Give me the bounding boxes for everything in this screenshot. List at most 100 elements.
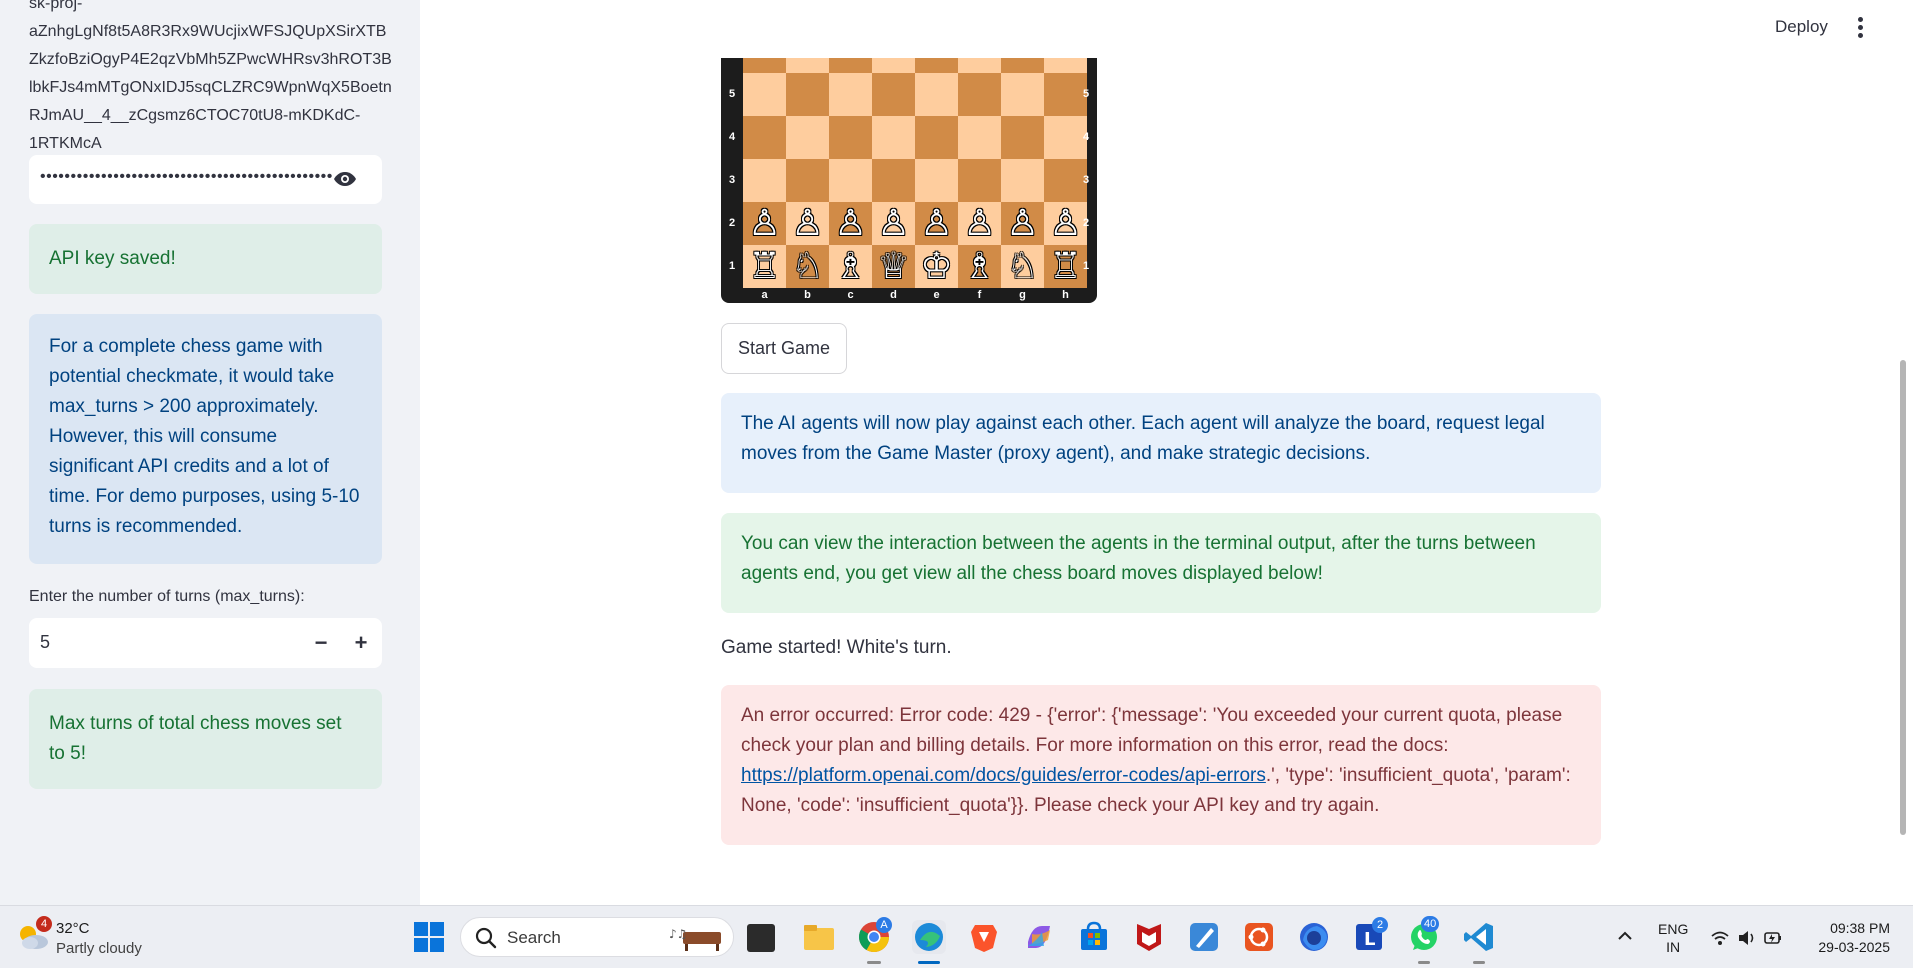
api-key-saved-alert: API key saved! [29, 224, 382, 294]
board-square-g5 [1001, 73, 1044, 116]
agents-info-alert: The AI agents will now play against each… [721, 393, 1601, 493]
chess-board: ♙ ♙ ♙ ♙ ♙ ♙ ♙ ♙ ♖ ♘ ♗ ♕ ♔ ♗ ♘ ♖ 5 5 4 4 3 3 2 2 1 1 a b c d e f g h [721, 58, 1097, 303]
rank-label: 3 [728, 174, 736, 186]
weather-notification-badge: 4 [36, 916, 52, 932]
game-status-text: Game started! White's turn. [721, 637, 952, 658]
windows-start-icon[interactable] [414, 922, 444, 952]
white-piece-f2: ♙ [963, 203, 996, 244]
board-square [1001, 58, 1044, 73]
board-square-d4 [872, 116, 915, 159]
edge-icon[interactable] [912, 920, 946, 954]
token-line: ZkzfoBziOgyP4E2qzVbMh5ZPwcWHRsv3hROT3B [29, 51, 392, 68]
language-indicator[interactable]: ENG IN [1658, 920, 1688, 956]
system-clock[interactable]: 09:38 PM 29-03-2025 [1810, 919, 1890, 957]
taskbar-search-box[interactable]: Search ♪♫ [460, 917, 734, 957]
weather-description: Partly cloudy [56, 940, 142, 957]
language-code: ENG [1658, 921, 1689, 937]
pen-app-icon[interactable] [1187, 920, 1221, 954]
board-square-e5 [915, 73, 958, 116]
brave-icon[interactable] [967, 920, 1001, 954]
board-square [872, 58, 915, 73]
max-turns-set-alert: Max turns of total chess moves set to 5! [29, 689, 382, 789]
volume-icon[interactable] [1737, 928, 1757, 948]
file-label: e [933, 289, 940, 301]
white-piece-c2: ♙ [834, 203, 867, 244]
rank-label: 5 [1082, 88, 1090, 100]
error-docs-link[interactable]: https://platform.openai.com/docs/guides/… [741, 765, 1266, 786]
chess-board-grid: ♙ ♙ ♙ ♙ ♙ ♙ ♙ ♙ ♖ ♘ ♗ ♕ ♔ ♗ ♘ ♖ [743, 58, 1087, 288]
eye-icon[interactable] [333, 169, 357, 189]
main-menu-icon[interactable] [1855, 17, 1865, 39]
board-square-e4 [915, 116, 958, 159]
file-explorer-icon[interactable] [802, 920, 836, 954]
main-scrollbar[interactable] [1900, 360, 1906, 835]
board-square [829, 58, 872, 73]
white-piece-d1: ♕ [877, 246, 910, 287]
chevron-up-icon[interactable] [1617, 929, 1633, 941]
token-line: RJmAU__4__zCgsmz6CTOC70tU8-mKDKdC- [29, 107, 361, 124]
rank-label: 2 [728, 217, 736, 229]
api-key-token-text: sk-proj- aZnhgLgNf8t5A8R3Rx9WUcjixWFSJQU… [29, 0, 392, 158]
max-turns-set-text: Max turns of total chess moves set to 5! [49, 713, 342, 764]
deploy-button[interactable]: Deploy [1775, 17, 1828, 37]
file-label: a [761, 289, 768, 301]
board-square [743, 58, 786, 73]
decrement-button[interactable]: − [304, 626, 338, 660]
board-square [958, 58, 1001, 73]
board-square-g3 [1001, 159, 1044, 202]
wifi-icon[interactable] [1710, 928, 1730, 948]
board-square-a3 [743, 159, 786, 202]
microsoft-store-icon[interactable] [1077, 920, 1111, 954]
terminal-output-alert: You can view the interaction between the… [721, 513, 1601, 613]
start-game-button[interactable]: Start Game [721, 323, 847, 374]
search-highlight-icon: ♪♫ [669, 927, 721, 951]
weather-widget[interactable]: 4 32°C Partly cloudy [16, 916, 166, 960]
board-square-c5 [829, 73, 872, 116]
rank-label: 4 [1082, 131, 1090, 143]
board-square [1044, 58, 1087, 73]
board-square-b4 [786, 116, 829, 159]
battery-icon[interactable] [1763, 928, 1783, 948]
error-text-prefix: An error occurred: Error code: 429 - {'e… [741, 705, 1563, 756]
token-line: lbkFJs4mMTgONxIDJ5sqCLZRC9WpnWqX5Boetn [29, 79, 392, 96]
vscode-icon[interactable] [1462, 920, 1496, 954]
increment-button[interactable]: + [344, 626, 378, 660]
rank-label: 5 [728, 88, 736, 100]
token-line: aZnhgLgNf8t5A8R3Rx9WUcjixWFSJQUpXSirXTB [29, 23, 387, 40]
max-turns-number-input[interactable]: 5 − + [29, 618, 382, 668]
white-piece-c1: ♗ [834, 246, 867, 287]
white-piece-g1: ♘ [1006, 246, 1039, 287]
board-square-f4 [958, 116, 1001, 159]
file-label: c [847, 289, 854, 301]
white-piece-e2: ♙ [920, 203, 953, 244]
ubuntu-icon[interactable] [1242, 920, 1276, 954]
vscode-running-indicator [1473, 961, 1485, 964]
mcafee-icon[interactable] [1132, 920, 1166, 954]
file-label: d [890, 289, 897, 301]
board-square-g4 [1001, 116, 1044, 159]
rank-label: 1 [1082, 260, 1090, 272]
firefox-icon[interactable] [1297, 920, 1331, 954]
board-square-a5 [743, 73, 786, 116]
board-square-d3 [872, 159, 915, 202]
board-square [915, 58, 958, 73]
file-label: h [1062, 289, 1069, 301]
file-label: f [977, 289, 982, 301]
api-key-input[interactable]: ••••••••••••••••••••••••••••••••••••••••… [29, 155, 382, 204]
max-turns-info-alert: For a complete chess game with potential… [29, 314, 382, 564]
copilot-icon[interactable] [1022, 920, 1056, 954]
board-square-b5 [786, 73, 829, 116]
task-view-icon[interactable] [747, 924, 775, 952]
edge-active-indicator [918, 961, 940, 964]
weather-temperature: 32°C [56, 920, 90, 937]
rank-label: 1 [728, 260, 736, 272]
white-piece-g2: ♙ [1006, 203, 1039, 244]
max-turns-label: Enter the number of turns (max_turns): [29, 588, 305, 605]
error-alert: An error occurred: Error code: 429 - {'e… [721, 685, 1601, 845]
token-line: 1RTKMcA [29, 135, 102, 152]
clock-date: 29-03-2025 [1818, 939, 1890, 955]
api-key-saved-text: API key saved! [49, 248, 176, 269]
max-turns-info-text: For a complete chess game with potential… [49, 336, 360, 537]
max-turns-value[interactable]: 5 [40, 632, 50, 653]
white-piece-d2: ♙ [877, 203, 910, 244]
